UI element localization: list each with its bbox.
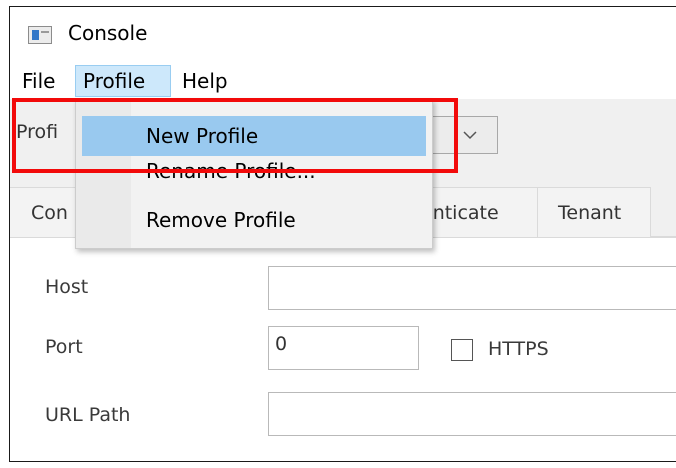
title-bar: Console bbox=[10, 7, 676, 61]
menu-help[interactable]: Help bbox=[176, 65, 234, 97]
url-path-label: URL Path bbox=[45, 404, 131, 426]
menu-profile[interactable]: Profile bbox=[75, 65, 171, 97]
connection-panel: Host Port 0 HTTPS URL Path bbox=[10, 237, 676, 461]
tab-authenticate-label: enticate bbox=[431, 202, 499, 224]
menu-file[interactable]: File bbox=[16, 65, 61, 97]
tab-tenant[interactable]: Tenant bbox=[537, 187, 651, 237]
app-window-icon bbox=[28, 26, 52, 44]
port-input[interactable]: 0 bbox=[268, 326, 419, 370]
window-title: Console bbox=[68, 21, 148, 45]
chevron-down-icon[interactable] bbox=[455, 121, 485, 149]
https-checkbox[interactable] bbox=[451, 339, 473, 361]
url-path-input[interactable] bbox=[268, 392, 676, 436]
annotation-highlight-box bbox=[12, 98, 458, 173]
port-label: Port bbox=[45, 336, 83, 358]
tab-authenticate[interactable]: enticate bbox=[430, 187, 538, 237]
menu-bar: File Profile Help bbox=[10, 61, 676, 99]
console-window: Console File Profile Help Profi Con enti… bbox=[9, 6, 676, 462]
menu-item-remove-profile[interactable]: Remove Profile bbox=[76, 200, 432, 240]
host-label: Host bbox=[45, 276, 89, 298]
https-label: HTTPS bbox=[488, 338, 549, 360]
host-input[interactable] bbox=[268, 266, 676, 310]
